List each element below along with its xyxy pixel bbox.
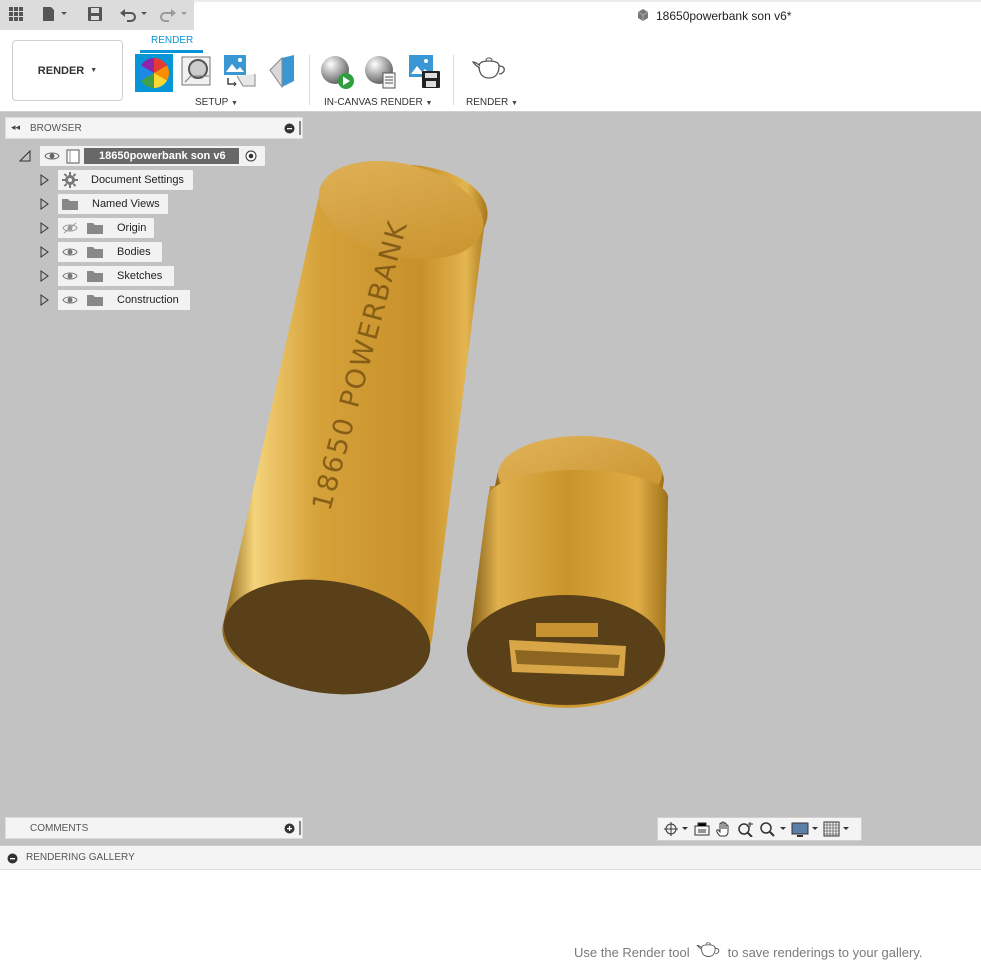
pan-hand-icon[interactable] (714, 819, 734, 839)
render-teapot-icon (696, 940, 722, 961)
in-canvas-render-settings-icon[interactable] (364, 54, 400, 93)
browser-title: BROWSER (30, 123, 82, 134)
zoom-icon[interactable] (736, 819, 756, 839)
divider (453, 55, 454, 105)
folder-icon (86, 269, 104, 286)
app-grid-icon[interactable] (9, 5, 23, 23)
look-at-icon[interactable] (692, 819, 712, 839)
workspace-switcher-button[interactable]: RENDER ▼ (12, 40, 123, 101)
expand-triangle-icon[interactable] (38, 270, 50, 282)
collapse-double-chevron-icon[interactable]: ◂◂ (11, 122, 20, 133)
browser-item-document-settings[interactable]: Document Settings (58, 170, 193, 190)
scene-settings-icon[interactable] (181, 54, 213, 91)
browser-item-label: Construction (117, 294, 179, 306)
comments-title: COMMENTS (30, 823, 89, 834)
expand-triangle-icon[interactable] (38, 222, 50, 234)
capture-image-icon[interactable] (408, 54, 442, 93)
document-title: 18650powerbank son v6* (656, 9, 792, 23)
browser-item-construction[interactable]: Construction (58, 290, 190, 310)
eye-icon[interactable] (62, 246, 78, 261)
browser-item-label: Bodies (117, 246, 151, 258)
activate-radio-icon[interactable] (245, 150, 257, 165)
powerbank-cap[interactable] (467, 436, 669, 708)
save-icon[interactable] (87, 5, 103, 23)
browser-item-bodies[interactable]: Bodies (58, 242, 162, 262)
title-bar: 18650powerbank son v6* (0, 0, 981, 30)
appearance-icon[interactable] (135, 54, 173, 95)
ribbon-toolbar: RENDER ▼ RENDER SETUP ▼ IN-CANVAS RENDER… (0, 30, 981, 112)
setup-group-label[interactable]: SETUP ▼ (195, 97, 238, 108)
zoom-window-icon[interactable] (758, 819, 788, 839)
expand-triangle-icon[interactable] (38, 246, 50, 258)
folder-icon (86, 245, 104, 262)
render-label: RENDER (466, 97, 509, 108)
folder-icon (86, 221, 104, 238)
browser-item-label: Sketches (117, 270, 163, 282)
browser-item-label: Named Views (92, 198, 160, 210)
plus-circle-icon[interactable] (284, 823, 295, 837)
rendering-gallery-panel: RENDERING GALLERY Use the Render tool to… (0, 845, 981, 961)
panel-resize-handle[interactable] (299, 821, 301, 835)
browser-item-label: Origin (117, 222, 147, 234)
document-component-icon (66, 148, 82, 167)
setup-label: SETUP (195, 97, 229, 108)
eye-icon[interactable] (62, 294, 78, 309)
browser-item-origin[interactable]: Origin (58, 218, 154, 238)
comments-panel-header[interactable]: COMMENTS (5, 817, 303, 839)
expand-triangle-icon[interactable] (38, 294, 50, 306)
chevron-down-icon: ▼ (90, 67, 98, 74)
render-teapot-icon[interactable] (471, 54, 508, 89)
gear-icon (62, 172, 78, 191)
render-group-label[interactable]: RENDER ▼ (466, 97, 518, 108)
component-icon (636, 8, 650, 25)
chevron-down-icon: ▼ (230, 100, 238, 107)
hint-text-before: Use the Render tool (574, 945, 690, 960)
eye-hidden-icon[interactable] (62, 222, 78, 237)
in-canvas-render-icon[interactable] (320, 54, 356, 93)
expand-triangle-icon[interactable] (38, 174, 50, 186)
browser-item-sketches[interactable]: Sketches (58, 266, 174, 286)
browser-item-label: Document Settings (91, 174, 184, 186)
rendering-gallery-header[interactable]: RENDERING GALLERY (0, 846, 981, 870)
decal-icon[interactable] (268, 54, 298, 91)
eye-icon[interactable] (62, 270, 78, 285)
workspace-label: RENDER (37, 64, 85, 77)
orbit-icon[interactable] (662, 819, 690, 839)
powerbank-body[interactable]: 18650 POWERBANK (216, 145, 493, 707)
chevron-down-icon: ▼ (425, 100, 433, 107)
folder-icon (86, 293, 104, 310)
in-canvas-render-label: IN-CANVAS RENDER (324, 97, 423, 108)
minus-circle-icon[interactable] (284, 123, 295, 137)
panel-resize-handle[interactable] (299, 121, 301, 135)
active-tab-indicator (140, 50, 203, 53)
expand-triangle-icon[interactable] (38, 198, 50, 210)
folder-icon (61, 197, 79, 214)
divider (309, 55, 310, 105)
minus-circle-icon[interactable] (7, 853, 18, 867)
rendering-gallery-title: RENDERING GALLERY (26, 852, 135, 863)
collapse-triangle-icon[interactable] (18, 149, 31, 165)
tab-render[interactable]: RENDER (151, 35, 193, 46)
document-tab[interactable] (194, 2, 981, 30)
texture-map-icon[interactable] (223, 54, 257, 91)
browser-item-named-views[interactable]: Named Views (58, 194, 168, 214)
eye-icon[interactable] (44, 150, 60, 165)
root-label: 18650powerbank son v6 (99, 150, 226, 162)
navigation-bar (657, 817, 862, 841)
in-canvas-render-group-label[interactable]: IN-CANVAS RENDER ▼ (324, 97, 432, 108)
browser-panel-header[interactable]: ◂◂ BROWSER (5, 117, 303, 139)
gallery-empty-hint: Use the Render tool to save renderings t… (574, 940, 923, 961)
grid-settings-icon[interactable] (822, 819, 852, 839)
file-menu-icon[interactable] (42, 5, 68, 23)
browser-root-node[interactable]: 18650powerbank son v6 (40, 146, 265, 166)
chevron-down-icon: ▼ (511, 100, 518, 107)
undo-icon[interactable] (119, 5, 149, 23)
redo-icon[interactable] (159, 5, 189, 23)
display-settings-icon[interactable] (790, 819, 820, 839)
hint-text-after: to save renderings to your gallery. (727, 945, 923, 960)
